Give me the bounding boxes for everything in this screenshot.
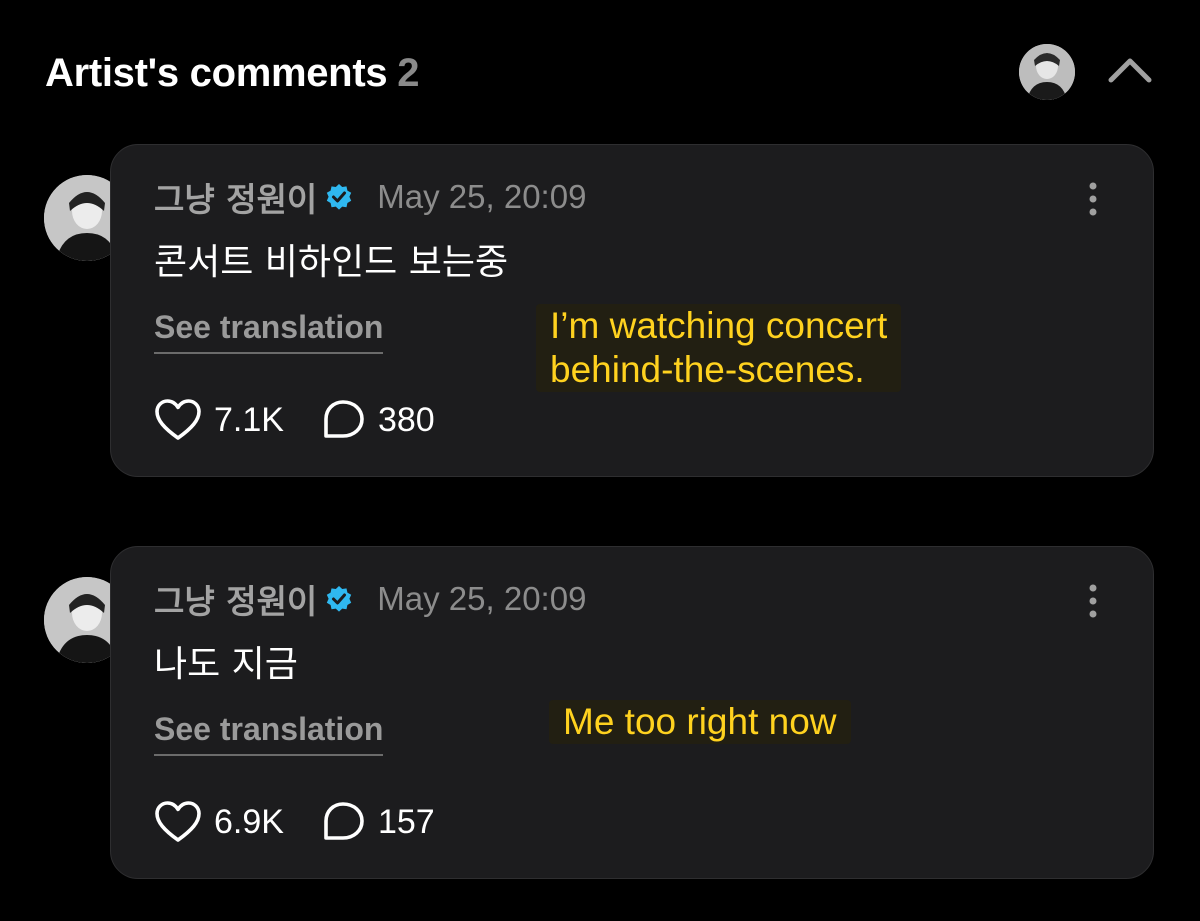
more-options-icon[interactable] <box>1081 181 1105 217</box>
like-button[interactable]: 7.1K <box>154 398 284 442</box>
section-title: Artist's comments 2 <box>45 50 420 96</box>
comment-actions: 7.1K 380 <box>154 397 435 443</box>
comment-actions: 6.9K 157 <box>154 799 435 845</box>
comment-bubble-icon <box>324 802 364 840</box>
reply-count: 157 <box>377 802 435 841</box>
comment-text: 나도 지금 <box>154 644 298 685</box>
verified-badge-icon <box>327 184 352 210</box>
comment-timestamp: May 25, 20:09 <box>377 580 587 617</box>
translation-overlay-line: I’m watching concert <box>550 305 888 346</box>
collapse-chevron-up-icon[interactable] <box>1105 50 1155 90</box>
like-count: 6.9K <box>214 802 284 841</box>
translation-overlay-line: behind-the-scenes. <box>550 349 865 390</box>
verified-badge-icon <box>327 586 352 612</box>
comment-timestamp: May 25, 20:09 <box>377 178 587 215</box>
see-translation-link[interactable]: See translation <box>154 309 384 354</box>
like-button[interactable]: 6.9K <box>154 800 284 844</box>
more-options-icon[interactable] <box>1081 583 1105 619</box>
translation-overlay: I’m watching concert behind-the-scenes. <box>536 304 902 392</box>
like-count: 7.1K <box>214 400 284 439</box>
translation-overlay-line: Me too right now <box>563 701 837 742</box>
artist-avatar-icon[interactable] <box>1019 44 1075 100</box>
reply-count: 380 <box>377 400 435 439</box>
reply-button[interactable]: 157 <box>320 800 435 844</box>
comment-count: 2 <box>397 51 420 95</box>
comment-bubble-icon <box>324 400 364 438</box>
heart-icon <box>155 399 201 440</box>
comment-card: 그냥 정원이 May 25, 20:09 콘서트 비하인드 보는중 See tr… <box>110 144 1154 477</box>
see-translation-link[interactable]: See translation <box>154 711 384 756</box>
translation-overlay: Me too right now <box>549 700 851 744</box>
comment-author-name[interactable]: 그냥 정원이 <box>154 173 317 221</box>
section-title-label: Artist's comments <box>45 51 388 95</box>
comment-header: 그냥 정원이 May 25, 20:09 <box>154 177 587 219</box>
comment-header: 그냥 정원이 May 25, 20:09 <box>154 579 587 621</box>
comment-author-name[interactable]: 그냥 정원이 <box>154 575 317 623</box>
heart-icon <box>155 801 201 842</box>
comment-text: 콘서트 비하인드 보는중 <box>154 242 509 283</box>
reply-button[interactable]: 380 <box>320 398 435 442</box>
comment-card: 그냥 정원이 May 25, 20:09 나도 지금 See translati… <box>110 546 1154 879</box>
